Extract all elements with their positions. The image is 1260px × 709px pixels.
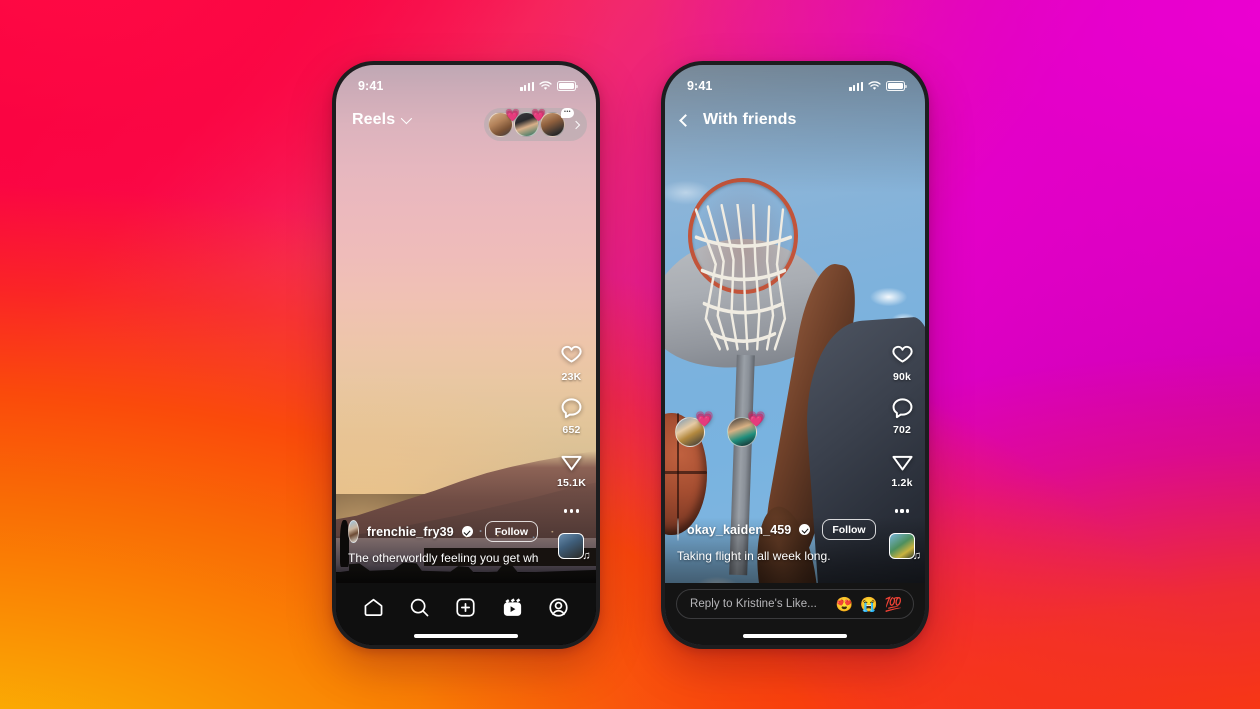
header-left-group: With friends [679, 111, 797, 129]
share-icon [561, 455, 582, 471]
like-button[interactable]: 90k [890, 343, 915, 383]
with-friends-header: With friends [665, 99, 925, 141]
like-count: 90k [892, 371, 912, 383]
nav-profile[interactable] [547, 596, 570, 619]
share-button[interactable]: 1.2k [890, 449, 915, 489]
reel-caption-block: okay_kaiden_459 Follow Taking flight in … [677, 518, 876, 565]
story-avatar-2[interactable]: 💗 [514, 109, 546, 137]
status-bar: 9:41 [336, 65, 596, 99]
comment-bubble-icon: ••• [561, 108, 574, 118]
username[interactable]: frenchie_fry39 [367, 525, 454, 539]
action-rail: 90k 702 1.2k ♫ [889, 343, 921, 562]
cellular-signal-icon [849, 81, 863, 91]
story-avatar-1[interactable]: 💗 [488, 109, 520, 137]
page-title: With friends [703, 111, 797, 128]
search-icon [410, 598, 429, 616]
status-bar: 9:41 [665, 65, 925, 99]
heart-reaction-icon: 💗 [695, 411, 714, 428]
friends-story-pill[interactable]: 💗 💗 ••• [484, 108, 587, 141]
share-count: 15.1K [556, 477, 586, 489]
nav-search[interactable] [408, 596, 431, 619]
verified-badge-icon [461, 526, 473, 538]
heart-icon [891, 345, 913, 363]
crying-emoji[interactable]: 😭 [860, 597, 877, 611]
comment-button[interactable]: 702 [890, 396, 915, 436]
heart-eyes-emoji[interactable]: 😍 [836, 597, 853, 611]
reels-title-group[interactable]: Reels [352, 111, 413, 129]
reels-icon [503, 597, 521, 616]
quick-reaction-emojis: 😍 😭 💯 [836, 597, 902, 611]
battery-icon [557, 81, 578, 91]
heart-reaction-icon: 💗 [747, 411, 766, 428]
friend-reaction-1[interactable]: 💗 [675, 412, 714, 447]
screen-with-friends: 9:41 With friends 💗 💗 90k 702 1.2k ♫ oka… [665, 65, 925, 645]
phone-with-friends: 9:41 With friends 💗 💗 90k 702 1.2k ♫ oka… [661, 61, 929, 649]
music-note-icon: ♫ [912, 550, 921, 562]
reply-bar[interactable]: Reply to Kristine's Like... 😍 😭 💯 [676, 589, 914, 619]
audio-track-thumbnail[interactable]: ♫ [889, 533, 921, 562]
heart-icon [561, 345, 582, 363]
caption-text[interactable]: Taking flight in all week long. [677, 549, 867, 565]
cellular-signal-icon [520, 81, 534, 91]
comment-count: 652 [562, 424, 581, 436]
basketball-net [694, 204, 793, 355]
back-chevron-icon[interactable] [679, 113, 692, 127]
nav-home[interactable] [362, 596, 385, 619]
phone-mockups: 9:41 Reels 💗 💗 ••• 23K 652 15.1K ♫ frenc… [0, 0, 1260, 709]
action-rail: 23K 652 15.1K ♫ [557, 343, 590, 562]
wifi-icon [868, 81, 881, 90]
home-indicator [414, 634, 518, 638]
share-button[interactable]: 15.1K [557, 449, 586, 489]
share-icon [891, 455, 913, 471]
chevron-down-icon[interactable] [400, 112, 413, 125]
story-avatar-3[interactable]: ••• [540, 108, 574, 137]
audio-track-thumbnail[interactable]: ♫ [558, 533, 590, 562]
comment-button[interactable]: 652 [559, 396, 584, 436]
status-time: 9:41 [358, 79, 384, 93]
avatar[interactable] [348, 520, 359, 544]
page-title: Reels [352, 111, 396, 128]
avatar[interactable] [677, 518, 679, 542]
verified-badge-icon [799, 524, 811, 536]
status-indicators [520, 81, 578, 91]
comment-count: 702 [892, 424, 912, 436]
plus-square-icon [456, 597, 476, 617]
reply-input[interactable]: Reply to Kristine's Like... [690, 598, 836, 610]
like-button[interactable]: 23K [559, 343, 584, 383]
screen-reels-feed: 9:41 Reels 💗 💗 ••• 23K 652 15.1K ♫ frenc… [336, 65, 596, 645]
chevron-right-icon[interactable] [571, 120, 581, 129]
caption-text[interactable]: The otherworldly feeling you get when yo… [348, 551, 538, 567]
battery-icon [886, 81, 907, 91]
wifi-icon [539, 81, 552, 90]
reel-caption-block: frenchie_fry39 Follow The otherworldly f… [348, 520, 538, 567]
follow-button[interactable]: Follow [484, 521, 538, 543]
follow-button[interactable]: Follow [822, 519, 876, 541]
nav-create[interactable] [454, 596, 477, 619]
username[interactable]: okay_kaiden_459 [687, 523, 791, 537]
hundred-emoji[interactable]: 💯 [885, 597, 902, 611]
profile-icon [549, 597, 568, 617]
comment-icon [892, 398, 912, 419]
author-row: okay_kaiden_459 Follow [677, 518, 876, 542]
share-count: 1.2k [891, 477, 913, 489]
status-time: 9:41 [687, 79, 713, 93]
more-options-icon[interactable] [894, 502, 910, 520]
author-row: frenchie_fry39 Follow [348, 520, 538, 544]
phone-reels-feed: 9:41 Reels 💗 💗 ••• 23K 652 15.1K ♫ frenc… [332, 61, 600, 649]
status-indicators [849, 81, 907, 91]
like-count: 23K [561, 371, 582, 383]
home-indicator [743, 634, 847, 638]
music-note-icon: ♫ [582, 550, 591, 562]
friend-reaction-2[interactable]: 💗 [727, 412, 766, 447]
more-options-icon[interactable] [564, 502, 579, 520]
comment-icon [561, 398, 582, 419]
nav-reels[interactable] [501, 596, 524, 619]
home-icon [364, 598, 383, 616]
